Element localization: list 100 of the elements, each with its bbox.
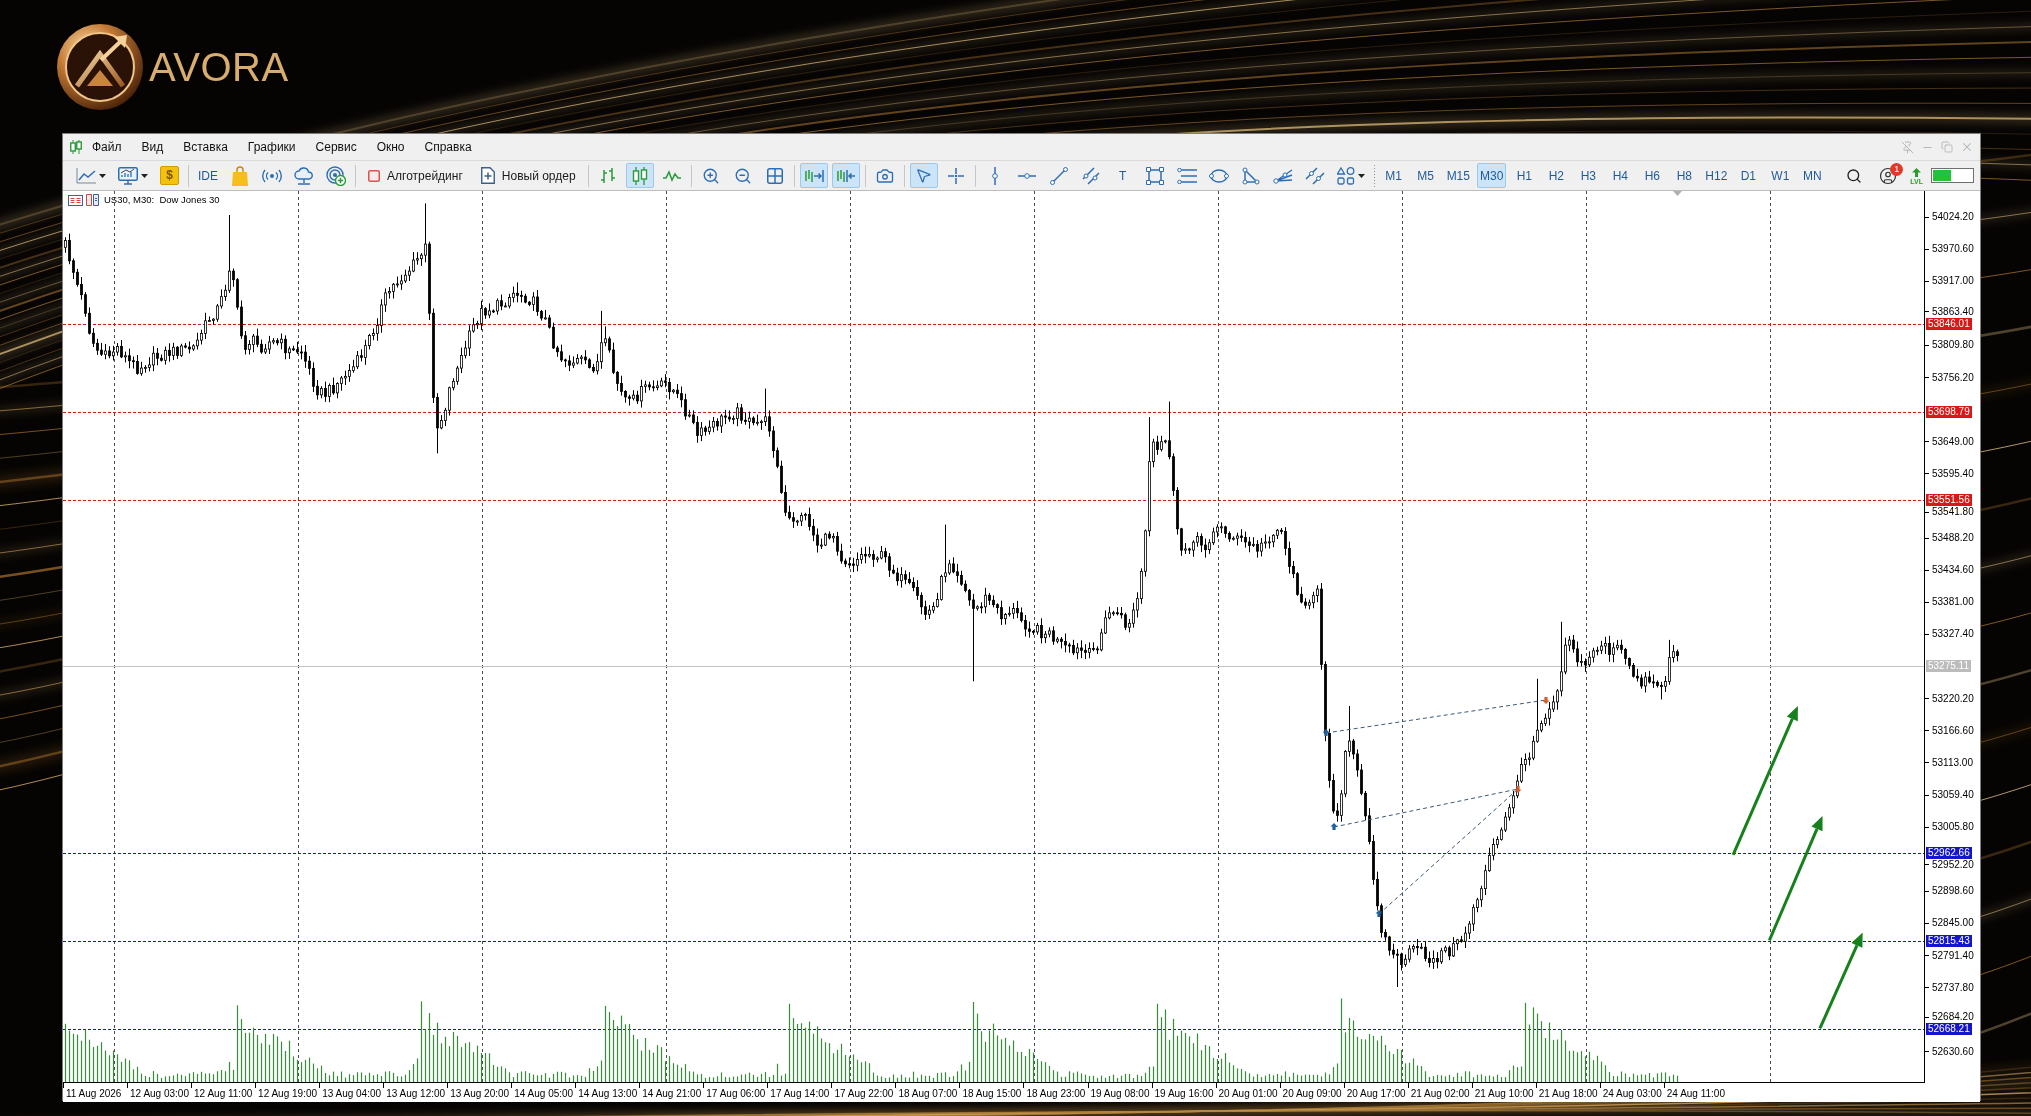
broadcast-icon	[262, 168, 282, 183]
time-tick-label: 21 Aug 10:00	[1474, 1088, 1534, 1099]
time-tick-label: 20 Aug 17:00	[1346, 1088, 1406, 1099]
timeframe-button[interactable]: H6	[1638, 163, 1667, 188]
price-tick-label: 53541.80	[1932, 506, 1974, 519]
caret-icon	[99, 173, 106, 178]
autoscroll-button[interactable]	[799, 163, 828, 188]
price-tick-label: 53488.20	[1932, 532, 1974, 545]
time-tick-label: 14 Aug 13:00	[578, 1088, 638, 1099]
menu-item[interactable]: Вид	[131, 137, 174, 157]
price-tick-label: 52791.40	[1932, 949, 1974, 962]
up-arrow-marker-icon[interactable]	[1322, 729, 1330, 736]
timeframe-button[interactable]: D1	[1734, 163, 1763, 188]
time-tick-label: 18 Aug 15:00	[962, 1088, 1022, 1099]
document-plus-icon	[480, 167, 495, 184]
time-tick-label: 12 Aug 11:00	[194, 1088, 253, 1099]
time-tick-label: 21 Aug 18:00	[1538, 1088, 1598, 1099]
time-tick-label: 13 Aug 12:00	[386, 1088, 446, 1099]
logo-text: AVORA	[149, 46, 289, 87]
timeframe-button[interactable]: H2	[1542, 163, 1571, 188]
algo-trading-button[interactable]: Алготрейдинг	[361, 163, 470, 188]
time-tick-label: 17 Aug 06:00	[706, 1088, 766, 1099]
timeframe-button[interactable]: H4	[1606, 163, 1635, 188]
price-tick-label: 53649.00	[1932, 435, 1974, 448]
price-tick-label: 52684.20	[1932, 1011, 1974, 1024]
zoom-in-icon	[701, 166, 720, 185]
price-level-label: 53551.56	[1926, 494, 1972, 507]
logo-emblem-icon	[57, 23, 143, 110]
time-tick-label: 12 Aug 03:00	[130, 1088, 189, 1099]
trend-arrow[interactable]	[1768, 816, 1823, 941]
time-tick-label: 12 Aug 19:00	[258, 1088, 318, 1099]
price-tick-label: 52630.60	[1932, 1045, 1974, 1058]
menu-item[interactable]: Графики	[237, 137, 306, 157]
price-tick-label: 52898.60	[1932, 885, 1974, 898]
chart-title: US30, M30: Dow Jones 30	[104, 194, 220, 206]
price-tick-label: 53917.00	[1932, 275, 1974, 288]
ide-button[interactable]: IDE	[194, 163, 222, 188]
search-icon	[1846, 167, 1863, 184]
new-order-button[interactable]: Новый ордер	[473, 163, 583, 188]
price-tick-label: 53809.80	[1932, 339, 1974, 352]
current-price-label: 53275.11	[1926, 659, 1971, 672]
price-tick-label: 53059.40	[1932, 789, 1974, 801]
camera-icon	[875, 166, 894, 185]
cursor-icon	[915, 167, 933, 184]
down-arrow-marker-icon[interactable]	[1514, 786, 1522, 793]
horizontal-line-icon	[1017, 172, 1036, 179]
menu-item[interactable]: Вставка	[173, 137, 238, 157]
notification-badge: 1	[1890, 163, 1904, 176]
timeframe-button[interactable]: M15	[1443, 163, 1473, 188]
timeframe-button[interactable]: M30	[1476, 163, 1507, 188]
down-arrow-marker-icon[interactable]	[1542, 697, 1550, 704]
caret-icon	[141, 173, 148, 178]
menu-item[interactable]: Сервис	[305, 137, 367, 157]
text-tool-button[interactable]: T	[1108, 163, 1137, 188]
time-tick-label: 14 Aug 21:00	[642, 1088, 702, 1099]
shapes-icon	[1336, 166, 1355, 185]
timeframe-button[interactable]: M5	[1411, 163, 1440, 188]
parallel-lines-icon	[1304, 166, 1325, 185]
trend-arrow[interactable]	[1731, 705, 1798, 856]
menu-item[interactable]: Справка	[414, 137, 482, 157]
monitor-chart-icon	[118, 166, 138, 185]
channel-icon	[1081, 166, 1100, 185]
account-button[interactable]: 1	[1874, 163, 1903, 188]
user-circle-icon	[1879, 166, 1898, 185]
timeframe-button[interactable]: W1	[1766, 163, 1795, 188]
chart-shift-button[interactable]	[831, 163, 860, 188]
price-tick-label: 53970.60	[1932, 243, 1974, 256]
timeframe-button[interactable]: MN	[1798, 163, 1827, 188]
menu-item[interactable]: Файл	[82, 137, 132, 157]
zigzag-line-icon	[662, 169, 681, 182]
dollar-button[interactable]: $	[160, 166, 179, 185]
candlestick-icon	[70, 140, 82, 154]
candlestick-icon	[631, 166, 648, 185]
time-tick-label: 21 Aug 02:00	[1410, 1088, 1470, 1099]
trend-arrow[interactable]	[1818, 932, 1863, 1030]
time-tick-label: 19 Aug 08:00	[1090, 1088, 1150, 1099]
timeframe-button[interactable]: H3	[1574, 163, 1603, 188]
shopping-bag-icon	[232, 165, 248, 186]
timeframe-button[interactable]: H1	[1510, 163, 1539, 188]
price-level-label: 52962.66	[1926, 846, 1972, 859]
caret-icon	[1357, 173, 1365, 178]
price-level-label: 53698.79	[1926, 405, 1972, 418]
timeframe-button[interactable]: H12	[1702, 163, 1731, 188]
time-tick-label: 18 Aug 07:00	[898, 1088, 958, 1099]
up-arrow-marker-icon[interactable]	[1330, 823, 1338, 830]
time-tick-label: 13 Aug 20:00	[450, 1088, 510, 1099]
cursor-button[interactable]	[909, 163, 938, 188]
up-arrow-marker-icon[interactable]	[1375, 910, 1383, 917]
trend-line-icon	[1049, 166, 1068, 185]
time-tick-label: 17 Aug 22:00	[834, 1088, 894, 1099]
crosshair-icon	[947, 167, 964, 184]
price-tick-label: 52952.20	[1932, 858, 1974, 871]
timeframe-button[interactable]: H8	[1670, 163, 1699, 188]
trend-line[interactable]	[1378, 788, 1519, 915]
candlestick-button[interactable]	[625, 163, 654, 188]
menu-item[interactable]: Окно	[366, 137, 415, 157]
timeframe-button[interactable]: M1	[1379, 163, 1408, 188]
rings-plus-icon	[326, 165, 346, 186]
rectangle-icon	[1145, 166, 1164, 185]
price-tick-label: 52737.80	[1932, 981, 1974, 994]
